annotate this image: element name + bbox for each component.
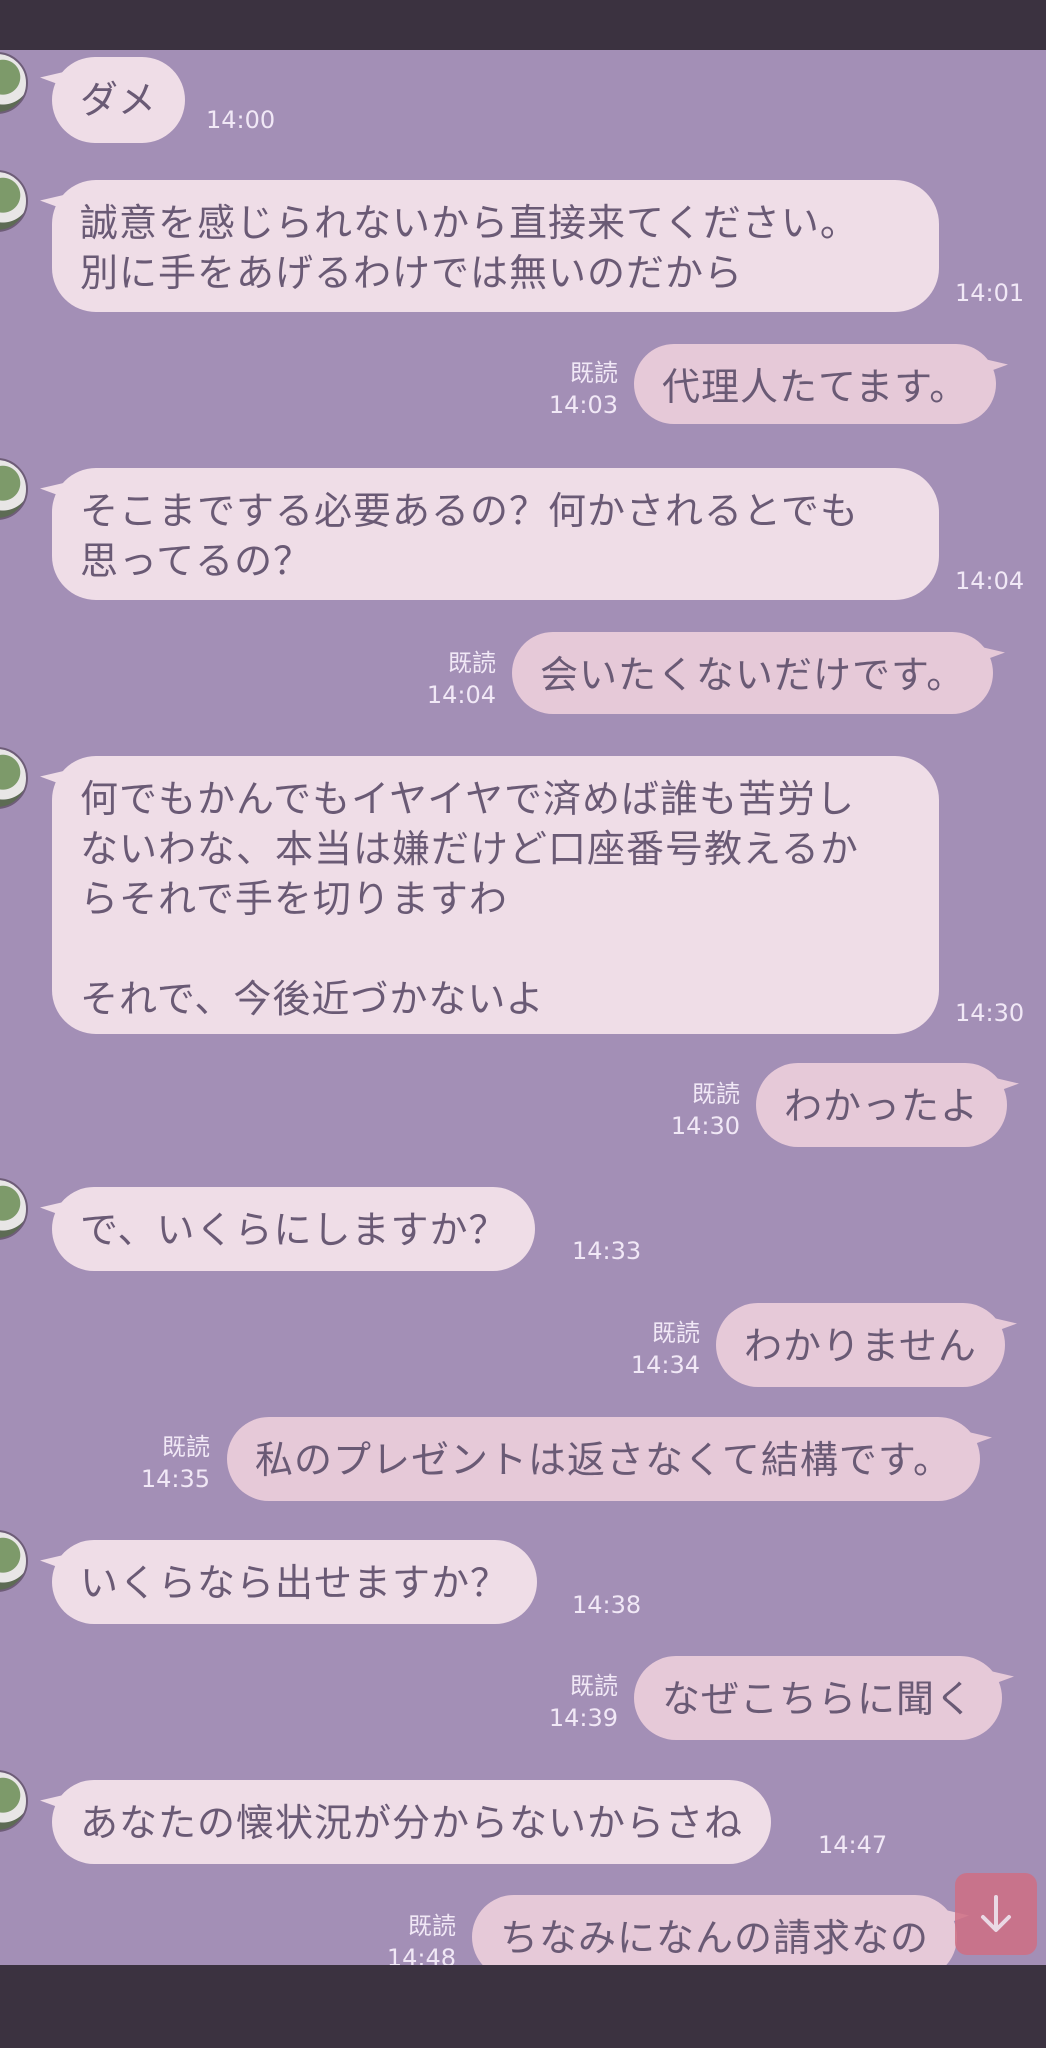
avatar[interactable] [0, 1178, 28, 1240]
message-time: 14:03 [548, 391, 618, 419]
message-meta: 既読 14:34 [631, 1317, 700, 1381]
message-time: 14:38 [572, 1591, 642, 1619]
message-meta: 既読 14:39 [549, 1670, 618, 1734]
message-time: 14:34 [630, 1351, 700, 1379]
message-time: 14:00 [206, 106, 276, 134]
read-label: 既読 [448, 649, 496, 677]
message-time: 14:30 [955, 999, 1025, 1027]
avatar[interactable] [0, 1530, 28, 1592]
message-meta: 既読 14:04 [427, 647, 496, 711]
message-bubble-incoming[interactable]: そこまでする必要あるの？何かされるとでも 思ってるの？ [52, 468, 939, 600]
read-label: 既読 [692, 1080, 740, 1108]
message-bubble-incoming[interactable]: ダメ [52, 57, 185, 143]
message-bubble-incoming[interactable]: あなたの懐状況が分からないからさね [52, 1780, 772, 1864]
message-time: 14:04 [426, 681, 496, 709]
message-meta: 既読 14:03 [549, 357, 618, 421]
avatar[interactable] [0, 170, 28, 232]
message-time: 14:04 [955, 567, 1025, 595]
message-time: 14:30 [670, 1112, 740, 1140]
avatar[interactable] [0, 1770, 28, 1832]
message-bubble-incoming[interactable]: 何でもかんでもイヤイヤで済めば誰も苦労し ないわな、本当は嫌だけど口座番号教える… [52, 756, 939, 1034]
message-time: 14:39 [548, 1704, 618, 1732]
read-label: 既読 [570, 359, 618, 387]
read-label: 既読 [570, 1672, 618, 1700]
message-bubble-outgoing[interactable]: わかったよ [756, 1063, 1008, 1147]
message-bubble-outgoing[interactable]: 私のプレゼントは返さなくて結構です。 [227, 1417, 981, 1501]
message-time: 14:47 [818, 1831, 888, 1859]
message-meta: 既読 14:30 [671, 1078, 740, 1142]
read-label: 既読 [652, 1319, 700, 1347]
arrow-down-icon [981, 1895, 1011, 1932]
message-bubble-outgoing[interactable]: わかりません [716, 1303, 1005, 1387]
message-time: 14:33 [572, 1237, 642, 1265]
message-time: 14:01 [955, 279, 1025, 307]
bottom-bar [0, 1965, 1046, 2048]
message-bubble-incoming[interactable]: 誠意を感じられないから直接来てください。 別に手をあげるわけでは無いのだから [52, 180, 939, 312]
read-label: 既読 [408, 1912, 456, 1940]
avatar[interactable] [0, 747, 28, 809]
message-bubble-incoming[interactable]: で、いくらにしますか？ [52, 1187, 536, 1271]
avatar[interactable] [0, 52, 28, 114]
message-bubble-incoming[interactable]: いくらなら出せますか？ [52, 1540, 538, 1624]
message-bubble-outgoing[interactable]: なぜこちらに聞く [634, 1656, 1003, 1740]
read-label: 既読 [162, 1433, 210, 1461]
message-time: 14:35 [140, 1465, 210, 1493]
message-bubble-outgoing[interactable]: ちなみになんの請求なの [472, 1895, 958, 1965]
message-bubble-outgoing[interactable]: 代理人たてます。 [634, 344, 997, 424]
message-meta: 既読 14:48 [387, 1910, 456, 1965]
scroll-to-bottom-button[interactable] [955, 1873, 1037, 1955]
chat-area[interactable]: ダメ 14:00 誠意を感じられないから直接来てください。 別に手をあげるわけで… [0, 50, 1046, 1965]
message-meta: 既読 14:35 [141, 1431, 210, 1495]
avatar[interactable] [0, 458, 28, 520]
message-bubble-outgoing[interactable]: 会いたくないだけです。 [512, 632, 994, 714]
message-time: 14:48 [386, 1944, 456, 1965]
